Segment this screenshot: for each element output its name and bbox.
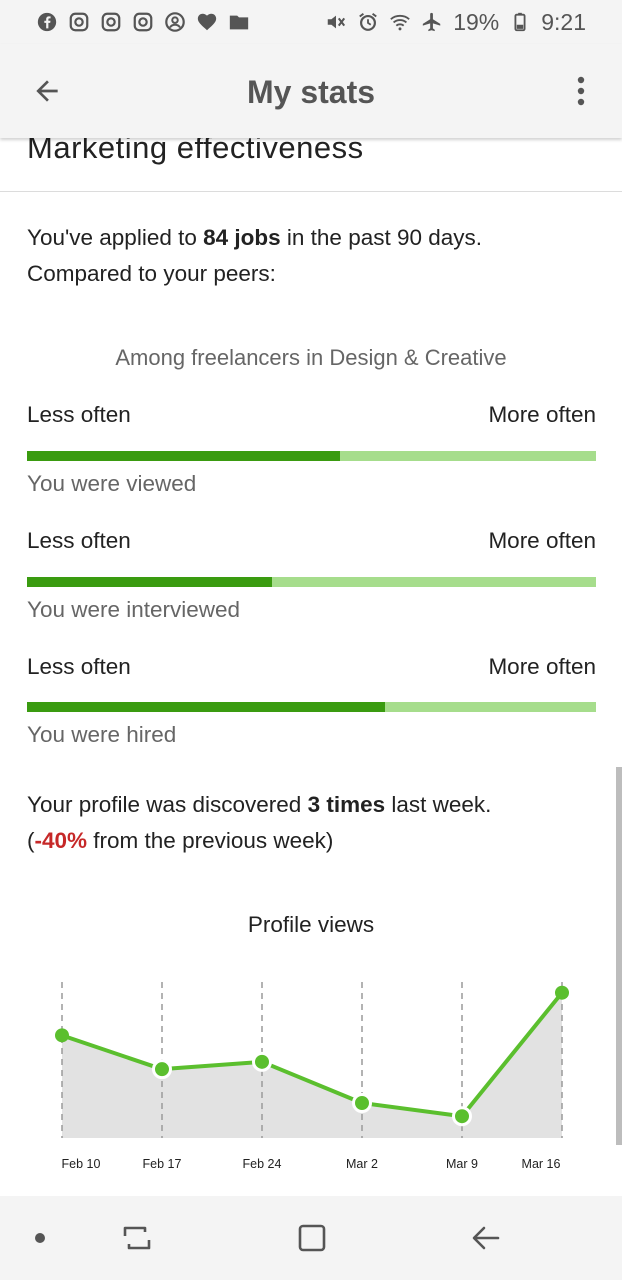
viewed-scale-labels: Less often More often	[27, 402, 596, 428]
interviewed-bar-fill	[27, 577, 272, 587]
discovery-suffix: last week.	[385, 792, 492, 817]
applications-suffix: in the past 90 days.	[280, 225, 483, 250]
battery-percent: 19%	[453, 8, 500, 35]
hired-bar	[27, 702, 596, 712]
recent-apps-button[interactable]	[115, 1216, 159, 1260]
week-change-suffix: from the previous week)	[87, 828, 334, 853]
page-title: My stats	[246, 74, 376, 110]
chart-point	[55, 1028, 69, 1043]
hired-caption: You were hired	[27, 722, 177, 747]
back-nav-icon	[472, 1226, 500, 1250]
account-circle-icon	[164, 11, 186, 33]
scrollbar[interactable]	[616, 767, 622, 1145]
x-tick-label: Feb 10	[62, 1157, 101, 1171]
peer-compare-label: Compared to your peers:	[27, 261, 276, 286]
chart-point	[452, 1106, 472, 1127]
scale-high-label: More often	[488, 402, 596, 427]
x-tick-label: Mar 9	[446, 1157, 478, 1171]
scale-low-label: Less often	[27, 654, 131, 679]
more-vert-icon	[577, 76, 585, 106]
scale-low-label: Less often	[27, 402, 131, 427]
dot-icon	[35, 1233, 45, 1243]
scale-low-label: Less often	[27, 528, 131, 553]
hired-bar-fill	[27, 702, 386, 712]
viewed-caption: You were viewed	[27, 471, 197, 496]
discovery-prefix: Your profile was discovered	[27, 792, 308, 817]
peer-group-caption: Among freelancers in Design & Creative	[115, 345, 507, 370]
wifi-icon	[389, 11, 411, 33]
instagram-icon	[68, 11, 90, 33]
section-title: Marketing effectiveness	[27, 138, 364, 165]
recent-apps-icon	[123, 1226, 151, 1250]
facebook-icon	[36, 11, 58, 33]
interviewed-scale-labels: Less often More often	[27, 528, 596, 554]
folder-icon	[228, 11, 250, 33]
applications-summary: You've applied to 84 jobs in the past 90…	[27, 220, 597, 292]
viewed-bar-fill	[27, 451, 340, 461]
instagram-icon	[100, 11, 122, 33]
x-tick-label: Feb 24	[243, 1157, 282, 1171]
system-indicators: 19% 9:21	[325, 9, 586, 36]
chart-point	[555, 985, 569, 1000]
open-paren: (	[27, 828, 35, 853]
battery-icon	[509, 11, 531, 33]
instagram-icon	[132, 11, 154, 33]
status-bar: 19% 9:21	[0, 0, 622, 44]
notification-icons	[36, 11, 250, 33]
home-button[interactable]	[290, 1216, 334, 1260]
profile-views-chart: Feb 10 Feb 17 Feb 24 Mar 2 Mar 9 Mar 16	[55, 982, 569, 1171]
scale-high-label: More often	[488, 654, 596, 679]
system-nav-bar	[0, 1196, 622, 1280]
interviewed-bar	[27, 577, 596, 587]
viewed-bar	[27, 451, 596, 461]
hired-scale-labels: Less often More often	[27, 654, 596, 680]
week-change-value: -40%	[34, 828, 88, 853]
alarm-icon	[357, 11, 379, 33]
chart-area	[62, 992, 562, 1138]
chart-title: Profile views	[247, 912, 375, 937]
chart-point	[252, 1051, 272, 1072]
x-tick-label: Mar 16	[522, 1157, 561, 1171]
overflow-menu-button[interactable]	[566, 72, 596, 110]
applications-prefix: You've applied to	[27, 225, 204, 250]
mute-icon	[325, 11, 347, 33]
profile-discovery-summary: Your profile was discovered 3 times last…	[27, 787, 602, 859]
nav-dot-button[interactable]	[18, 1216, 62, 1260]
back-nav-button[interactable]	[464, 1216, 508, 1260]
home-icon	[298, 1224, 326, 1252]
x-tick-label: Feb 17	[143, 1157, 182, 1171]
section-header: Marketing effectiveness	[0, 138, 622, 192]
x-tick-label: Mar 2	[346, 1157, 378, 1171]
discovery-count: 3 times	[307, 792, 386, 817]
scale-high-label: More often	[488, 528, 596, 553]
chart-point	[152, 1059, 172, 1080]
heart-icon	[196, 11, 218, 33]
clock: 9:21	[541, 8, 586, 35]
airplane-icon	[421, 11, 443, 33]
app-bar: My stats	[0, 44, 622, 138]
jobs-count: 84 jobs	[203, 225, 281, 250]
chart-point	[352, 1093, 372, 1113]
interviewed-caption: You were interviewed	[27, 597, 241, 622]
